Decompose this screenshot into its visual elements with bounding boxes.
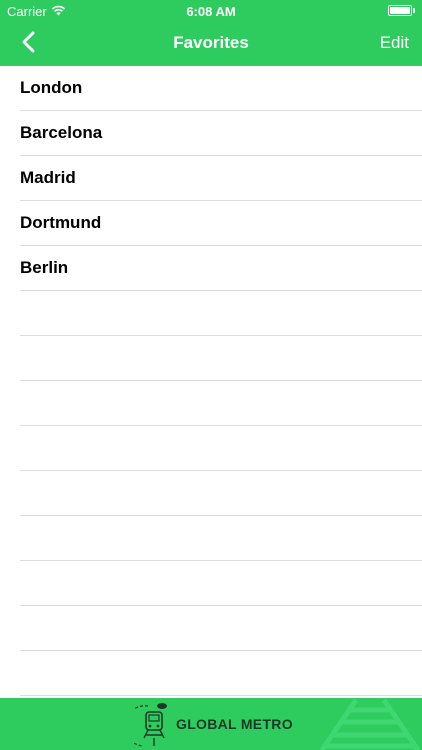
favorite-city-label: Madrid — [20, 168, 76, 187]
empty-row — [20, 471, 422, 516]
status-right — [388, 5, 415, 16]
empty-row — [20, 336, 422, 381]
empty-row — [20, 291, 422, 336]
favorite-city-label: Dortmund — [20, 213, 102, 232]
status-bar: Carrier 6:08 AM — [0, 0, 422, 22]
favorite-row[interactable]: Berlin — [20, 246, 422, 291]
empty-row — [20, 516, 422, 561]
metro-train-icon — [124, 700, 174, 750]
rail-tracks-icon — [318, 698, 422, 750]
empty-row — [20, 561, 422, 606]
banner-brand-text: GLOBAL METRO — [176, 716, 293, 732]
favorite-row[interactable]: Barcelona — [20, 111, 422, 156]
top-bar: Carrier 6:08 AM Favorites Edit — [0, 0, 422, 66]
battery-tip — [413, 8, 415, 13]
favorite-city-label: Berlin — [20, 258, 69, 277]
favorite-row[interactable]: London — [20, 66, 422, 111]
favorites-list: London Barcelona Madrid Dortmund Berlin — [0, 66, 422, 698]
battery-icon — [388, 5, 412, 16]
favorite-row[interactable]: Dortmund — [20, 201, 422, 246]
empty-row — [20, 381, 422, 426]
favorite-row[interactable]: Madrid — [20, 156, 422, 201]
edit-button[interactable]: Edit — [380, 33, 409, 53]
favorites-screen: Carrier 6:08 AM Favorites Edit London Ba… — [0, 0, 422, 750]
empty-row — [20, 651, 422, 696]
empty-row — [20, 426, 422, 471]
status-time: 6:08 AM — [186, 4, 236, 19]
global-metro-banner[interactable]: GLOBAL METRO — [0, 698, 422, 750]
favorite-city-label: Barcelona — [20, 123, 103, 142]
navigation-bar: Favorites Edit — [0, 22, 422, 66]
favorite-city-label: London — [20, 78, 83, 97]
empty-row — [20, 606, 422, 651]
page-title: Favorites — [173, 33, 249, 52]
